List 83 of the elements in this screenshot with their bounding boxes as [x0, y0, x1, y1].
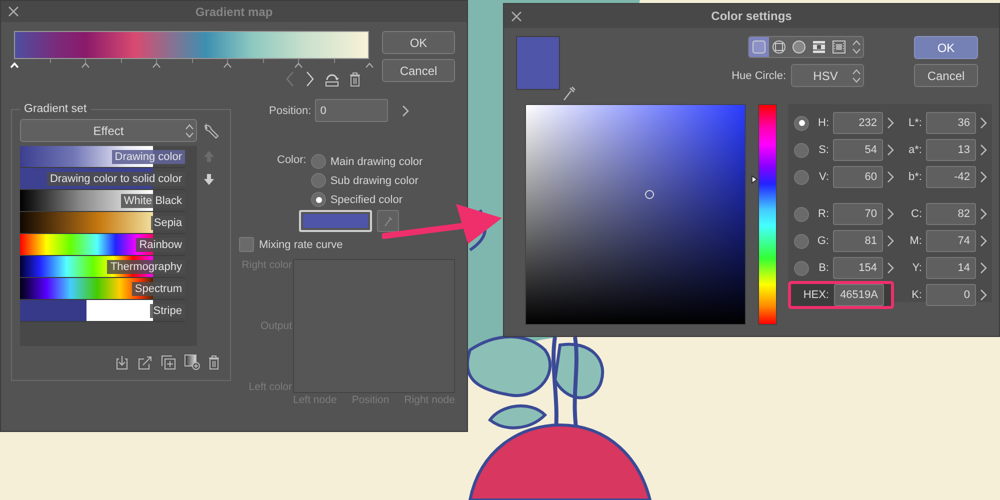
value-field[interactable]: 14 [926, 257, 976, 279]
field-label: Hue Circle: [732, 70, 786, 82]
eyedropper-icon[interactable] [562, 85, 576, 101]
square-view-icon[interactable] [749, 37, 769, 57]
chevron-icon[interactable] [980, 171, 987, 183]
trash-icon[interactable] [349, 71, 361, 87]
value-field[interactable]: 36 [926, 112, 976, 134]
gradient-bar[interactable] [14, 31, 369, 59]
field-label: L*: [908, 117, 922, 129]
cancel-button[interactable]: Cancel [914, 64, 978, 87]
chevron-icon[interactable] [980, 235, 987, 247]
trash-icon[interactable] [208, 354, 220, 370]
chevron-icon[interactable] [980, 208, 987, 220]
ok-button[interactable]: OK [382, 31, 455, 54]
field-label: G: [816, 235, 829, 247]
radio-option[interactable]: Main drawing color [311, 154, 423, 169]
value-field[interactable]: 0 [926, 284, 976, 306]
chevron-icon[interactable] [887, 171, 894, 183]
chevron-icon[interactable] [887, 117, 894, 129]
radio-button[interactable] [794, 234, 809, 248]
hue-circle-dropdown[interactable]: HSV [791, 64, 864, 87]
group-title: Gradient set [23, 103, 88, 115]
value-field[interactable]: 232 [833, 112, 883, 134]
field-label: Color: [277, 154, 306, 168]
next-icon[interactable] [305, 71, 315, 87]
chevron-icon[interactable] [887, 262, 894, 274]
value-field[interactable]: 54 [833, 139, 883, 161]
picker-handle[interactable] [645, 190, 654, 199]
radio-option[interactable]: Sub drawing color [311, 173, 423, 188]
radio-button[interactable] [794, 206, 809, 222]
chevron-icon[interactable] [887, 144, 894, 156]
duplicate-icon[interactable] [161, 354, 176, 370]
field-label: H: [817, 117, 829, 129]
chevron-icon[interactable] [980, 117, 987, 129]
window-title: Gradient map [195, 4, 273, 18]
position-field[interactable]: 0 [315, 99, 388, 122]
value-field[interactable]: 74 [926, 230, 976, 252]
radio-button[interactable] [794, 142, 809, 158]
window-title: Color settings [711, 9, 792, 23]
value-field[interactable]: 82 [926, 203, 976, 225]
field-label: S: [818, 144, 829, 156]
value-field[interactable]: -42 [926, 166, 976, 188]
field-label: R: [817, 208, 829, 220]
field-label: C: [910, 208, 922, 220]
value-field[interactable]: 81 [833, 230, 883, 252]
hex-field[interactable]: 46519A [834, 284, 884, 306]
field-label: Position: [269, 104, 312, 116]
value-field[interactable]: 70 [833, 203, 883, 225]
chevron-icon[interactable] [980, 262, 987, 274]
ok-button[interactable]: OK [914, 36, 978, 59]
down-arrow-icon[interactable] [203, 173, 215, 186]
import-icon[interactable] [116, 354, 130, 370]
current-color-swatch [516, 36, 560, 90]
value-field[interactable]: 13 [926, 139, 976, 161]
checkbox-option[interactable]: Mixing rate curve [239, 237, 467, 252]
field-label: b*: [908, 171, 922, 183]
value-field[interactable]: 60 [833, 166, 883, 188]
wrench-icon[interactable] [203, 122, 219, 138]
field-label: a*: [908, 144, 922, 156]
field-label: V: [818, 171, 829, 183]
radio-button[interactable] [794, 116, 809, 130]
chevron-icon[interactable] [887, 235, 894, 247]
field-label: Y: [911, 262, 922, 274]
field-label: M: [908, 235, 922, 247]
close-icon[interactable] [510, 10, 522, 22]
radio-button[interactable] [794, 170, 809, 184]
value-field[interactable]: 154 [833, 257, 883, 279]
chevron-icon[interactable] [980, 289, 987, 301]
export-icon[interactable] [138, 354, 153, 370]
color-swatch[interactable] [299, 210, 372, 232]
preset-dropdown[interactable]: Effect [20, 119, 197, 142]
new-gradient-icon[interactable] [184, 354, 200, 370]
saturation-value-picker[interactable] [525, 104, 746, 325]
close-icon[interactable] [8, 6, 18, 17]
chevron-icon[interactable] [402, 104, 410, 116]
chevron-icon[interactable] [980, 144, 987, 156]
radio-option[interactable]: Specified color [311, 192, 423, 207]
field-label: HEX: [802, 289, 829, 301]
field-label: B: [818, 262, 829, 274]
radio-button[interactable] [794, 260, 809, 276]
cancel-button[interactable]: Cancel [382, 59, 455, 82]
chevron-icon[interactable] [887, 208, 894, 220]
field-label: K: [910, 289, 922, 301]
